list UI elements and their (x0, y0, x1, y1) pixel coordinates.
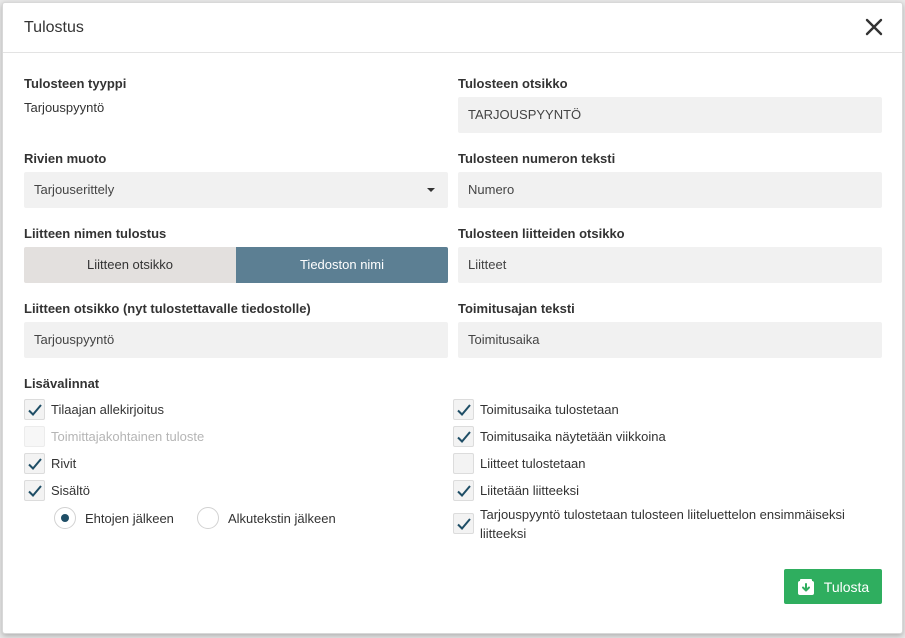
option-label: Toimitusaika näytetään viikkoina (480, 428, 666, 444)
print-title-input[interactable]: TARJOUSPYYNTÖ (458, 97, 882, 133)
radio-label: Ehtojen jälkeen (85, 510, 174, 526)
print-button-label: Tulosta (823, 578, 870, 595)
radio-after-intro-text[interactable]: Alkutekstin jälkeen (197, 506, 336, 530)
attachments-title-input[interactable]: Liitteet (458, 247, 882, 283)
option-label: Sisältö (51, 482, 91, 498)
row-format-select[interactable]: Tarjouserittely (24, 172, 448, 208)
checkbox[interactable] (453, 425, 474, 447)
checkbox[interactable] (24, 479, 45, 501)
option-label: Tilaajan allekirjoitus (51, 401, 164, 417)
print-button[interactable]: Tulosta (784, 569, 882, 604)
close-icon[interactable] (864, 17, 884, 37)
row-format-label: Rivien muoto (24, 151, 107, 166)
option-delivery-weeks[interactable]: Toimitusaika näytetään viikkoina (453, 425, 666, 447)
checkmark-icon (457, 518, 471, 530)
option-rows[interactable]: Rivit (24, 452, 76, 474)
checkbox[interactable] (453, 398, 474, 420)
row-format-value: Tarjouserittely (34, 182, 115, 197)
option-label: Rivit (51, 455, 77, 471)
segment-file-name[interactable]: Tiedoston nimi (236, 247, 448, 283)
option-label: Tarjouspyyntö tulostetaan tulosteen liit… (480, 507, 845, 541)
checkbox[interactable] (453, 513, 474, 534)
radio-label: Alkutekstin jälkeen (228, 510, 336, 526)
option-attachments-printed[interactable]: Liitteet tulostetaan (453, 452, 586, 474)
dialog-title: Tulostus (24, 19, 84, 36)
delivery-text-input[interactable]: Toimitusaika (458, 322, 882, 358)
radio-button[interactable] (54, 507, 76, 529)
option-delivery-printed[interactable]: Toimitusaika tulostetaan (453, 398, 619, 420)
option-customer-signature[interactable]: Tilaajan allekirjoitus (24, 398, 164, 420)
option-label: Toimittajakohtainen tuloste (51, 428, 205, 444)
checkbox[interactable] (453, 479, 474, 501)
option-label: Toimitusaika tulostetaan (480, 401, 619, 417)
dialog-header: Tulostus (3, 3, 902, 53)
checkbox[interactable] (24, 452, 45, 474)
option-label: Liitetään liitteeksi (480, 482, 579, 498)
option-supplier-specific-print: Toimittajakohtainen tuloste (24, 425, 204, 447)
attachment-title-input[interactable]: Tarjouspyyntö (24, 322, 448, 358)
checkbox (24, 425, 45, 447)
segment-attachment-title[interactable]: Liitteen otsikko (24, 247, 236, 283)
attachment-name-print-label: Liitteen nimen tulostus (24, 226, 167, 241)
number-text-label: Tulosteen numeron teksti (458, 151, 616, 166)
options-label: Lisävalinnat (24, 376, 100, 391)
number-text-input[interactable]: Numero (458, 172, 882, 208)
option-label: Liitteet tulostetaan (480, 455, 586, 471)
attachment-title-label: Liitteen otsikko (nyt tulostettavalle ti… (24, 301, 311, 316)
radio-button[interactable] (197, 507, 219, 529)
print-type-label: Tulosteen tyyppi (24, 76, 127, 91)
delivery-text-label: Toimitusajan teksti (458, 301, 575, 316)
checkmark-icon (457, 430, 471, 443)
print-dialog: Tulostus Tulosteen tyyppi Tarjouspyyntö … (2, 2, 903, 634)
checkmark-icon (28, 457, 42, 470)
print-title-label: Tulosteen otsikko (458, 76, 568, 91)
download-box-icon (797, 578, 815, 596)
checkbox[interactable] (24, 398, 45, 420)
option-first-attachment[interactable]: Tarjouspyyntö tulostetaan tulosteen liit… (453, 505, 880, 545)
print-type-value: Tarjouspyyntö (24, 100, 105, 115)
checkmark-icon (457, 403, 471, 416)
checkmark-icon (28, 484, 42, 497)
checkbox[interactable] (453, 452, 474, 474)
radio-after-terms[interactable]: Ehtojen jälkeen (54, 506, 174, 530)
option-content[interactable]: Sisältö (24, 479, 90, 501)
attachments-title-label: Tulosteen liitteiden otsikko (458, 226, 625, 241)
attachment-name-toggle: Liitteen otsikko Tiedoston nimi (24, 247, 448, 283)
checkmark-icon (457, 484, 471, 497)
option-attach-as-attachment[interactable]: Liitetään liitteeksi (453, 479, 579, 501)
chevron-down-icon (427, 188, 435, 192)
checkmark-icon (28, 403, 42, 416)
